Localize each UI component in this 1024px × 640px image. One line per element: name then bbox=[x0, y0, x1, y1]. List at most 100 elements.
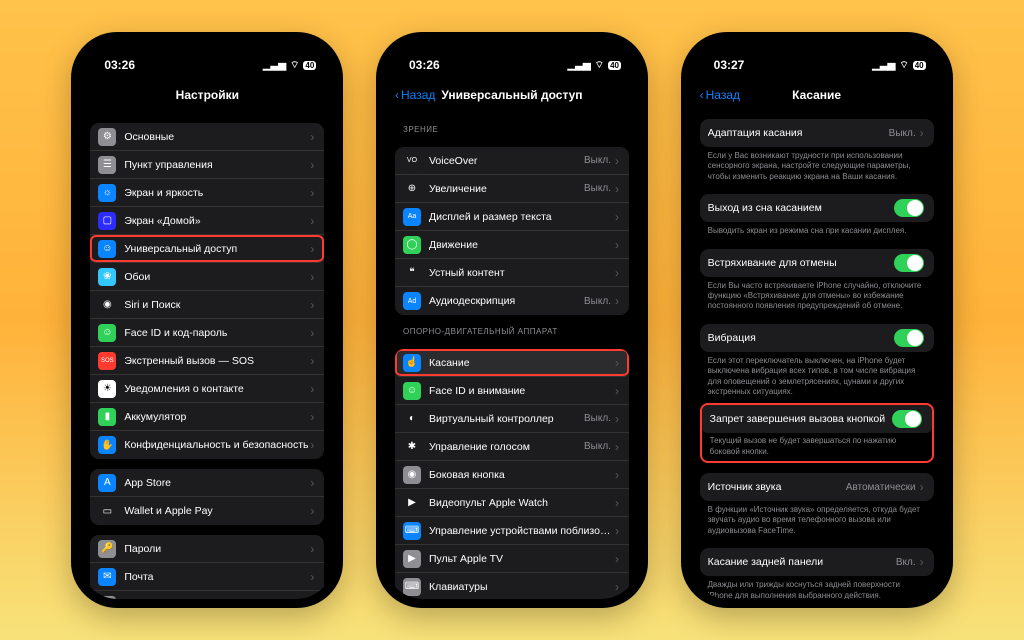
row-label: Экстренный вызов — SOS bbox=[124, 355, 310, 367]
settings-row[interactable]: ⌨Клавиатуры› bbox=[395, 573, 629, 599]
nav-title: Настройки bbox=[176, 88, 239, 102]
row-icon: ✉ bbox=[98, 568, 116, 586]
status-time: 03:26 bbox=[409, 58, 440, 72]
status-right: ▁▃▅ ⌔ 40 bbox=[263, 59, 316, 72]
chevron-icon: › bbox=[615, 496, 619, 510]
row-value: Выкл. bbox=[584, 441, 611, 452]
settings-row[interactable]: ▶Пульт Apple TV› bbox=[395, 545, 629, 573]
settings-row[interactable]: ☺Контакты› bbox=[90, 591, 324, 599]
settings-row[interactable]: ☰Пункт управления› bbox=[90, 151, 324, 179]
settings-row[interactable]: ◯Движение› bbox=[395, 231, 629, 259]
row-tap-to-wake[interactable]: Выход из сна касанием bbox=[700, 194, 934, 222]
settings-row[interactable]: ⊕УвеличениеВыкл.› bbox=[395, 175, 629, 203]
row-label: Видеопульт Apple Watch bbox=[429, 497, 615, 509]
back-button[interactable]: ‹ Назад bbox=[700, 88, 740, 102]
settings-row[interactable]: ◐Виртуальный контроллерВыкл.› bbox=[395, 405, 629, 433]
group-vibration: Вибрация bbox=[700, 324, 934, 352]
back-button[interactable]: ‹ Назад bbox=[395, 88, 435, 102]
row-icon: ☺ bbox=[98, 596, 116, 599]
chevron-icon: › bbox=[615, 412, 619, 426]
row-back-tap[interactable]: Касание задней панели Вкл. › bbox=[700, 548, 934, 576]
row-icon: ◐ bbox=[403, 410, 421, 428]
row-label: Экран «Домой» bbox=[124, 215, 310, 227]
row-prevent-lock-end-call[interactable]: Запрет завершения вызова кнопкой bbox=[702, 405, 932, 433]
status-time: 03:26 bbox=[104, 58, 135, 72]
settings-row[interactable]: ☀Уведомления о контакте› bbox=[90, 375, 324, 403]
settings-row[interactable]: ☺Face ID и внимание› bbox=[395, 377, 629, 405]
signal-icon: ▁▃▅ bbox=[568, 60, 591, 71]
chevron-left-icon: ‹ bbox=[700, 88, 704, 102]
toggle-vibration[interactable] bbox=[894, 329, 924, 347]
row-label: Боковая кнопка bbox=[429, 469, 615, 481]
row-icon: ✋ bbox=[98, 436, 116, 454]
row-label: Запрет завершения вызова кнопкой bbox=[710, 413, 892, 425]
footnote: Если Вы часто встряхиваете iPhone случай… bbox=[690, 277, 944, 314]
chevron-icon: › bbox=[310, 438, 314, 452]
chevron-icon: › bbox=[310, 382, 314, 396]
row-icon: ☺ bbox=[98, 324, 116, 342]
settings-row[interactable]: ❀Обои› bbox=[90, 263, 324, 291]
row-vibration[interactable]: Вибрация bbox=[700, 324, 934, 352]
row-label: Вибрация bbox=[708, 332, 894, 344]
row-value: Выкл. bbox=[584, 183, 611, 194]
notch bbox=[167, 49, 247, 71]
nav-title: Касание bbox=[792, 88, 841, 102]
settings-row[interactable]: AaДисплей и размер текста› bbox=[395, 203, 629, 231]
chevron-icon: › bbox=[615, 266, 619, 280]
settings-row[interactable]: ✋Конфиденциальность и безопасность› bbox=[90, 431, 324, 459]
row-label: Wallet и Apple Pay bbox=[124, 505, 310, 517]
nav-title: Универсальный доступ bbox=[441, 88, 582, 102]
settings-row[interactable]: ⌨Управление устройствами поблизости› bbox=[395, 517, 629, 545]
settings-row[interactable]: ◉Боковая кнопка› bbox=[395, 461, 629, 489]
chevron-icon: › bbox=[615, 154, 619, 168]
settings-row[interactable]: ▭Wallet и Apple Pay› bbox=[90, 497, 324, 525]
row-icon: Aa bbox=[403, 208, 421, 226]
section-header: ОПОРНО-ДВИГАТЕЛЬНЫЙ АППАРАТ bbox=[385, 315, 639, 339]
settings-row[interactable]: ⚙Основные› bbox=[90, 123, 324, 151]
row-icon: ⌨ bbox=[403, 522, 421, 540]
row-label: Касание bbox=[429, 357, 615, 369]
row-icon: ❀ bbox=[98, 268, 116, 286]
row-label: Управление голосом bbox=[429, 441, 584, 453]
screen-1: 03:26 ▁▃▅ ⌔ 40 Настройки ⚙Основные›☰Пунк… bbox=[80, 41, 334, 599]
row-label: Дисплей и размер текста bbox=[429, 211, 615, 223]
chevron-icon: › bbox=[920, 555, 924, 569]
settings-group: ⚙Основные›☰Пункт управления›☼Экран и ярк… bbox=[90, 123, 324, 459]
settings-row[interactable]: ☼Экран и яркость› bbox=[90, 179, 324, 207]
toggle-tap-to-wake[interactable] bbox=[894, 199, 924, 217]
row-call-audio-routing[interactable]: Источник звука Автоматически › bbox=[700, 473, 934, 501]
row-label: App Store bbox=[124, 477, 310, 489]
settings-row[interactable]: ▮Аккумулятор› bbox=[90, 403, 324, 431]
row-icon: ◉ bbox=[98, 296, 116, 314]
toggle-prevent-lock-end-call[interactable] bbox=[892, 410, 922, 428]
settings-row[interactable]: VOVoiceOverВыкл.› bbox=[395, 147, 629, 175]
chevron-icon: › bbox=[310, 410, 314, 424]
section-header: ЗРЕНИЕ bbox=[385, 113, 639, 137]
settings-row[interactable]: ▢Экран «Домой»› bbox=[90, 207, 324, 235]
row-icon: A bbox=[98, 474, 116, 492]
group-adaptation: Адаптация касания Выкл. › bbox=[700, 119, 934, 147]
row-label: Источник звука bbox=[708, 481, 846, 493]
toggle-shake-undo[interactable] bbox=[894, 254, 924, 272]
settings-row[interactable]: 🔑Пароли› bbox=[90, 535, 324, 563]
chevron-icon: › bbox=[615, 182, 619, 196]
settings-row[interactable]: ✱Управление голосомВыкл.› bbox=[395, 433, 629, 461]
chevron-icon: › bbox=[310, 570, 314, 584]
settings-row[interactable]: ☺Face ID и код-пароль› bbox=[90, 319, 324, 347]
row-label: Касание задней панели bbox=[708, 556, 896, 568]
settings-row[interactable]: ❝Устный контент› bbox=[395, 259, 629, 287]
settings-row[interactable]: ✉Почта› bbox=[90, 563, 324, 591]
phone-2: 03:26 ▁▃▅ ⌔ 40 ‹ Назад Универсальный дос… bbox=[376, 32, 648, 608]
row-touch-accommodations[interactable]: Адаптация касания Выкл. › bbox=[700, 119, 934, 147]
row-shake-to-undo[interactable]: Встряхивание для отмены bbox=[700, 249, 934, 277]
row-label: Управление устройствами поблизости bbox=[429, 525, 615, 537]
row-icon: ☼ bbox=[98, 184, 116, 202]
settings-row[interactable]: AApp Store› bbox=[90, 469, 324, 497]
settings-row[interactable]: SOSЭкстренный вызов — SOS› bbox=[90, 347, 324, 375]
chevron-icon: › bbox=[615, 468, 619, 482]
settings-row[interactable]: ☝Касание› bbox=[395, 349, 629, 377]
settings-row[interactable]: ◉Siri и Поиск› bbox=[90, 291, 324, 319]
settings-row[interactable]: ▶Видеопульт Apple Watch› bbox=[395, 489, 629, 517]
settings-row[interactable]: AdАудиодескрипцияВыкл.› bbox=[395, 287, 629, 315]
settings-row[interactable]: ☺Универсальный доступ› bbox=[90, 235, 324, 263]
